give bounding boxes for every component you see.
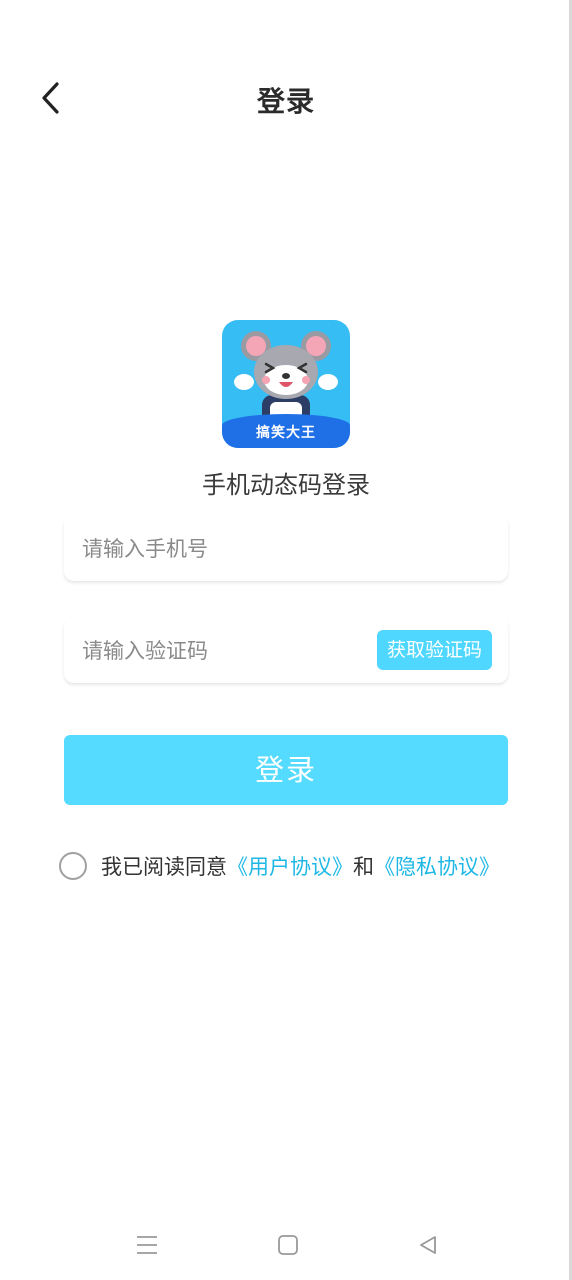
back-triangle-icon [420, 1236, 436, 1254]
agreement-joiner: 和 [353, 855, 374, 879]
app-logo: 搞笑大王 [222, 320, 350, 448]
agreement-prefix: 我已阅读同意 [101, 855, 227, 879]
login-subtitle: 手机动态码登录 [202, 471, 370, 499]
home-square-icon [278, 1235, 298, 1255]
phone-input[interactable] [80, 515, 374, 583]
code-input[interactable] [80, 617, 374, 685]
system-nav-bar [0, 1222, 572, 1268]
code-field: 获取验证码 [64, 617, 508, 685]
home-button[interactable] [265, 1222, 311, 1268]
privacy-agreement-link[interactable]: 《隐私协议》 [374, 851, 500, 881]
page-title: 登录 [256, 85, 315, 118]
get-code-button[interactable]: 获取验证码 [376, 630, 492, 670]
user-agreement-link[interactable]: 《用户协议》 [227, 851, 353, 881]
agree-radio[interactable] [59, 852, 87, 880]
agreement-row: 我已阅读同意 《用户协议》 和 《隐私协议》 [59, 850, 500, 882]
login-button[interactable]: 登录 [64, 735, 508, 805]
menu-icon [137, 1236, 157, 1254]
nav-back-button[interactable] [405, 1222, 451, 1268]
logo-text: 搞笑大王 [256, 425, 316, 441]
menu-button[interactable] [124, 1222, 170, 1268]
phone-field [64, 515, 508, 583]
